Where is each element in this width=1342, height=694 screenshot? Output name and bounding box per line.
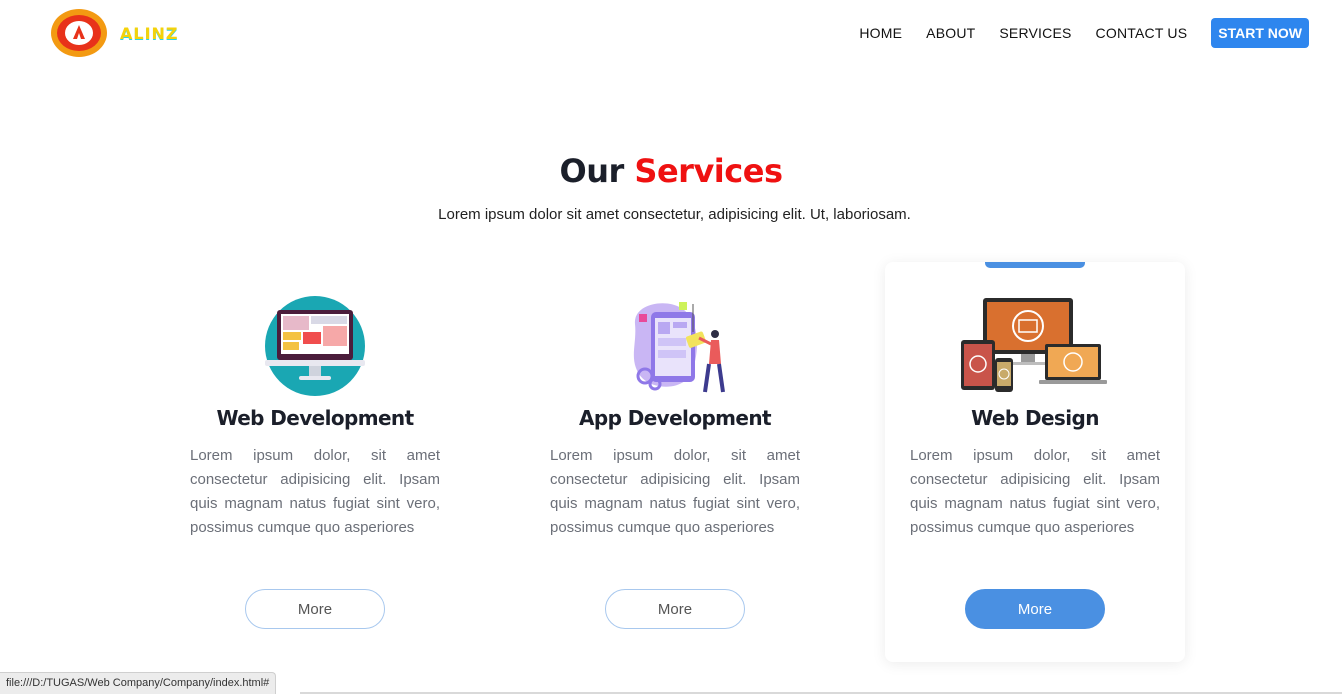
- nav-services[interactable]: SERVICES: [999, 25, 1071, 41]
- site-header: ALINZ HOME ABOUT SERVICES CONTACT US STA…: [0, 0, 1342, 68]
- service-card-web-development: Web Development Lorem ipsum dolor, sit a…: [165, 262, 465, 662]
- nav-home[interactable]: HOME: [859, 25, 902, 41]
- browser-status-url: file:///D:/TUGAS/Web Company/Company/ind…: [0, 672, 277, 694]
- nav-about[interactable]: ABOUT: [926, 25, 975, 41]
- card-description: Lorem ipsum dolor, sit amet consectetur …: [190, 447, 440, 536]
- card-description: Lorem ipsum dolor, sit amet consectetur …: [550, 447, 800, 536]
- section-title: Our Services: [0, 152, 1342, 190]
- main-nav: HOME ABOUT SERVICES CONTACT US START NOW: [835, 18, 1309, 48]
- logo-icon: [51, 9, 107, 57]
- section-subtitle: Lorem ipsum dolor sit amet consectetur, …: [438, 206, 911, 223]
- start-now-button[interactable]: START NOW: [1211, 18, 1309, 48]
- brand-logo[interactable]: ALINZ: [50, 8, 179, 58]
- web-design-devices-icon: [961, 298, 1107, 392]
- app-development-icon: [633, 302, 725, 393]
- card-title: App Development: [579, 406, 772, 430]
- more-button[interactable]: More: [605, 589, 745, 629]
- nav-contact-us[interactable]: CONTACT US: [1096, 25, 1188, 41]
- web-development-icon: [265, 296, 365, 396]
- more-button[interactable]: More: [965, 589, 1105, 629]
- service-card-web-design: Web Design Lorem ipsum dolor, sit amet c…: [885, 262, 1185, 662]
- section-title-dark: Our: [559, 152, 625, 190]
- card-title: Web Development: [216, 406, 414, 430]
- card-description: Lorem ipsum dolor, sit amet consectetur …: [910, 447, 1160, 536]
- brand-name: ALINZ: [120, 23, 179, 43]
- section-title-red: Services: [634, 152, 783, 190]
- card-title: Web Design: [971, 406, 1099, 430]
- more-button[interactable]: More: [245, 589, 385, 629]
- service-card-app-development: App Development Lorem ipsum dolor, sit a…: [525, 262, 825, 662]
- card-accent-bar: [985, 262, 1085, 268]
